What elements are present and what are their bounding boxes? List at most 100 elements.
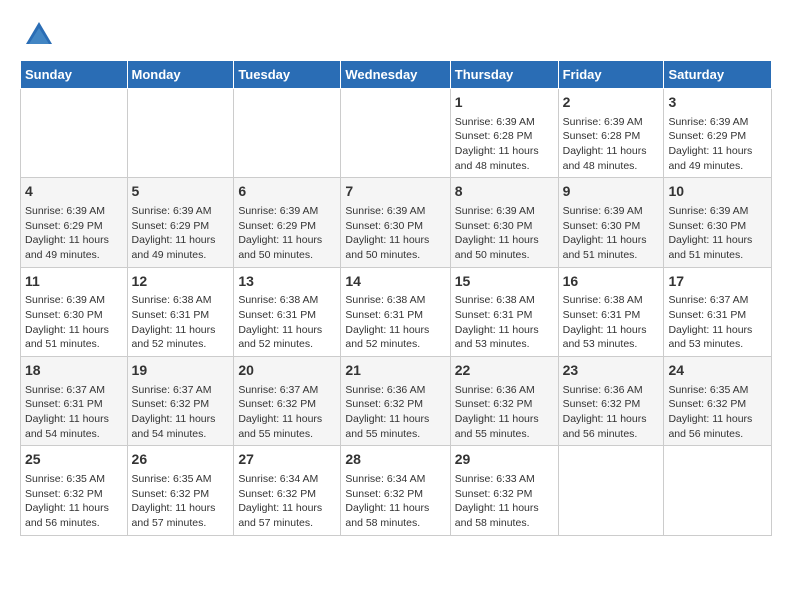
day-info: Sunrise: 6:37 AM <box>25 383 123 398</box>
day-number: 18 <box>25 361 123 381</box>
day-number: 7 <box>345 182 445 202</box>
day-info: Sunrise: 6:39 AM <box>238 204 336 219</box>
day-number: 2 <box>563 93 660 113</box>
day-info: Sunrise: 6:33 AM <box>455 472 554 487</box>
day-info: Daylight: 11 hours and 52 minutes. <box>238 323 336 352</box>
day-info: Daylight: 11 hours and 51 minutes. <box>25 323 123 352</box>
day-number: 27 <box>238 450 336 470</box>
calendar-cell <box>21 89 128 178</box>
calendar-cell: 11Sunrise: 6:39 AMSunset: 6:30 PMDayligh… <box>21 267 128 356</box>
calendar-cell: 13Sunrise: 6:38 AMSunset: 6:31 PMDayligh… <box>234 267 341 356</box>
day-info: Daylight: 11 hours and 55 minutes. <box>238 412 336 441</box>
day-info: Daylight: 11 hours and 50 minutes. <box>238 233 336 262</box>
calendar-cell: 23Sunrise: 6:36 AMSunset: 6:32 PMDayligh… <box>558 357 664 446</box>
day-info: Sunrise: 6:39 AM <box>563 204 660 219</box>
calendar-cell: 2Sunrise: 6:39 AMSunset: 6:28 PMDaylight… <box>558 89 664 178</box>
day-info: Daylight: 11 hours and 57 minutes. <box>132 501 230 530</box>
calendar-cell: 6Sunrise: 6:39 AMSunset: 6:29 PMDaylight… <box>234 178 341 267</box>
day-number: 8 <box>455 182 554 202</box>
calendar-cell: 27Sunrise: 6:34 AMSunset: 6:32 PMDayligh… <box>234 446 341 535</box>
calendar-cell: 20Sunrise: 6:37 AMSunset: 6:32 PMDayligh… <box>234 357 341 446</box>
day-info: Sunrise: 6:37 AM <box>668 293 767 308</box>
day-info: Sunset: 6:31 PM <box>563 308 660 323</box>
day-info: Sunset: 6:31 PM <box>132 308 230 323</box>
day-info: Sunset: 6:29 PM <box>668 129 767 144</box>
day-number: 29 <box>455 450 554 470</box>
day-info: Sunrise: 6:34 AM <box>238 472 336 487</box>
day-info: Sunset: 6:32 PM <box>668 397 767 412</box>
day-number: 16 <box>563 272 660 292</box>
day-info: Sunrise: 6:36 AM <box>563 383 660 398</box>
day-info: Daylight: 11 hours and 55 minutes. <box>455 412 554 441</box>
day-number: 12 <box>132 272 230 292</box>
day-info: Daylight: 11 hours and 55 minutes. <box>345 412 445 441</box>
day-info: Sunrise: 6:39 AM <box>132 204 230 219</box>
day-info: Sunset: 6:30 PM <box>345 219 445 234</box>
calendar-cell: 24Sunrise: 6:35 AMSunset: 6:32 PMDayligh… <box>664 357 772 446</box>
day-info: Sunset: 6:32 PM <box>132 487 230 502</box>
calendar-week-2: 11Sunrise: 6:39 AMSunset: 6:30 PMDayligh… <box>21 267 772 356</box>
calendar-week-0: 1Sunrise: 6:39 AMSunset: 6:28 PMDaylight… <box>21 89 772 178</box>
calendar-cell: 17Sunrise: 6:37 AMSunset: 6:31 PMDayligh… <box>664 267 772 356</box>
day-number: 9 <box>563 182 660 202</box>
day-info: Sunset: 6:32 PM <box>563 397 660 412</box>
calendar-cell <box>127 89 234 178</box>
day-number: 17 <box>668 272 767 292</box>
day-info: Sunset: 6:32 PM <box>455 397 554 412</box>
day-info: Daylight: 11 hours and 53 minutes. <box>563 323 660 352</box>
day-info: Sunset: 6:31 PM <box>345 308 445 323</box>
calendar-cell <box>341 89 450 178</box>
day-number: 13 <box>238 272 336 292</box>
calendar-cell: 3Sunrise: 6:39 AMSunset: 6:29 PMDaylight… <box>664 89 772 178</box>
day-number: 24 <box>668 361 767 381</box>
day-info: Daylight: 11 hours and 50 minutes. <box>345 233 445 262</box>
day-info: Sunrise: 6:39 AM <box>25 293 123 308</box>
day-info: Sunrise: 6:38 AM <box>238 293 336 308</box>
day-info: Daylight: 11 hours and 56 minutes. <box>563 412 660 441</box>
day-info: Daylight: 11 hours and 52 minutes. <box>345 323 445 352</box>
day-info: Sunrise: 6:35 AM <box>132 472 230 487</box>
day-info: Daylight: 11 hours and 51 minutes. <box>563 233 660 262</box>
day-info: Sunrise: 6:38 AM <box>563 293 660 308</box>
header-sunday: Sunday <box>21 61 128 89</box>
logo-icon <box>24 20 54 50</box>
day-info: Daylight: 11 hours and 49 minutes. <box>668 144 767 173</box>
day-info: Daylight: 11 hours and 50 minutes. <box>455 233 554 262</box>
calendar-cell: 14Sunrise: 6:38 AMSunset: 6:31 PMDayligh… <box>341 267 450 356</box>
day-info: Sunset: 6:30 PM <box>455 219 554 234</box>
day-info: Sunrise: 6:39 AM <box>455 115 554 130</box>
day-number: 15 <box>455 272 554 292</box>
day-info: Sunset: 6:32 PM <box>238 487 336 502</box>
day-number: 21 <box>345 361 445 381</box>
day-info: Sunset: 6:30 PM <box>668 219 767 234</box>
day-info: Sunrise: 6:39 AM <box>668 204 767 219</box>
day-info: Sunset: 6:32 PM <box>345 487 445 502</box>
day-info: Sunrise: 6:39 AM <box>455 204 554 219</box>
calendar-cell: 28Sunrise: 6:34 AMSunset: 6:32 PMDayligh… <box>341 446 450 535</box>
day-number: 20 <box>238 361 336 381</box>
day-info: Sunset: 6:28 PM <box>455 129 554 144</box>
calendar-cell: 5Sunrise: 6:39 AMSunset: 6:29 PMDaylight… <box>127 178 234 267</box>
header-friday: Friday <box>558 61 664 89</box>
page-header <box>20 20 772 50</box>
calendar-cell: 19Sunrise: 6:37 AMSunset: 6:32 PMDayligh… <box>127 357 234 446</box>
day-info: Sunset: 6:31 PM <box>25 397 123 412</box>
day-info: Sunrise: 6:37 AM <box>132 383 230 398</box>
day-number: 5 <box>132 182 230 202</box>
day-number: 1 <box>455 93 554 113</box>
calendar-week-3: 18Sunrise: 6:37 AMSunset: 6:31 PMDayligh… <box>21 357 772 446</box>
day-info: Daylight: 11 hours and 53 minutes. <box>668 323 767 352</box>
day-number: 4 <box>25 182 123 202</box>
day-info: Sunrise: 6:38 AM <box>132 293 230 308</box>
day-info: Sunset: 6:31 PM <box>238 308 336 323</box>
day-info: Sunrise: 6:39 AM <box>563 115 660 130</box>
day-info: Sunrise: 6:35 AM <box>668 383 767 398</box>
day-info: Sunset: 6:32 PM <box>455 487 554 502</box>
header-tuesday: Tuesday <box>234 61 341 89</box>
day-number: 28 <box>345 450 445 470</box>
day-info: Sunset: 6:28 PM <box>563 129 660 144</box>
day-info: Sunrise: 6:35 AM <box>25 472 123 487</box>
day-info: Sunset: 6:30 PM <box>25 308 123 323</box>
calendar-cell: 18Sunrise: 6:37 AMSunset: 6:31 PMDayligh… <box>21 357 128 446</box>
calendar-cell <box>664 446 772 535</box>
